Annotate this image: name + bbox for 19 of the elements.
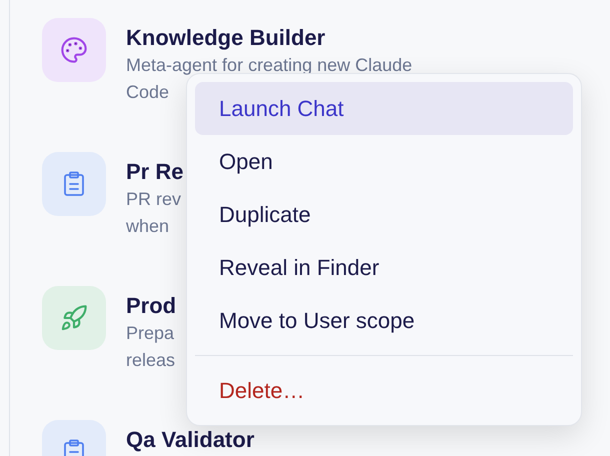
- menu-item[interactable]: Duplicate: [195, 188, 573, 241]
- agent-title: Pr Re: [126, 158, 184, 186]
- menu-item[interactable]: Launch Chat: [195, 82, 573, 135]
- agent-description: PR rev: [126, 188, 182, 211]
- menu-item[interactable]: Open: [195, 135, 573, 188]
- menu-item[interactable]: Reveal in Finder: [195, 241, 573, 294]
- clipboard-icon: [62, 171, 86, 197]
- agent-title: Qa Validator: [126, 426, 254, 454]
- agent-description: releas: [126, 349, 176, 372]
- agent-description: Prepa: [126, 322, 176, 345]
- agent-description: when: [126, 215, 170, 238]
- agent-description: Meta-agent for creating new Claude: [126, 54, 412, 77]
- agent-description: Code: [126, 81, 170, 104]
- menu-item[interactable]: Delete…: [195, 364, 573, 417]
- agent-title: Knowledge Builder: [126, 24, 326, 52]
- palette-icon: [60, 36, 88, 64]
- menu-item[interactable]: Move to User scope: [195, 294, 573, 347]
- agent-title: Prod: [126, 292, 176, 320]
- rocket-icon: [60, 304, 88, 332]
